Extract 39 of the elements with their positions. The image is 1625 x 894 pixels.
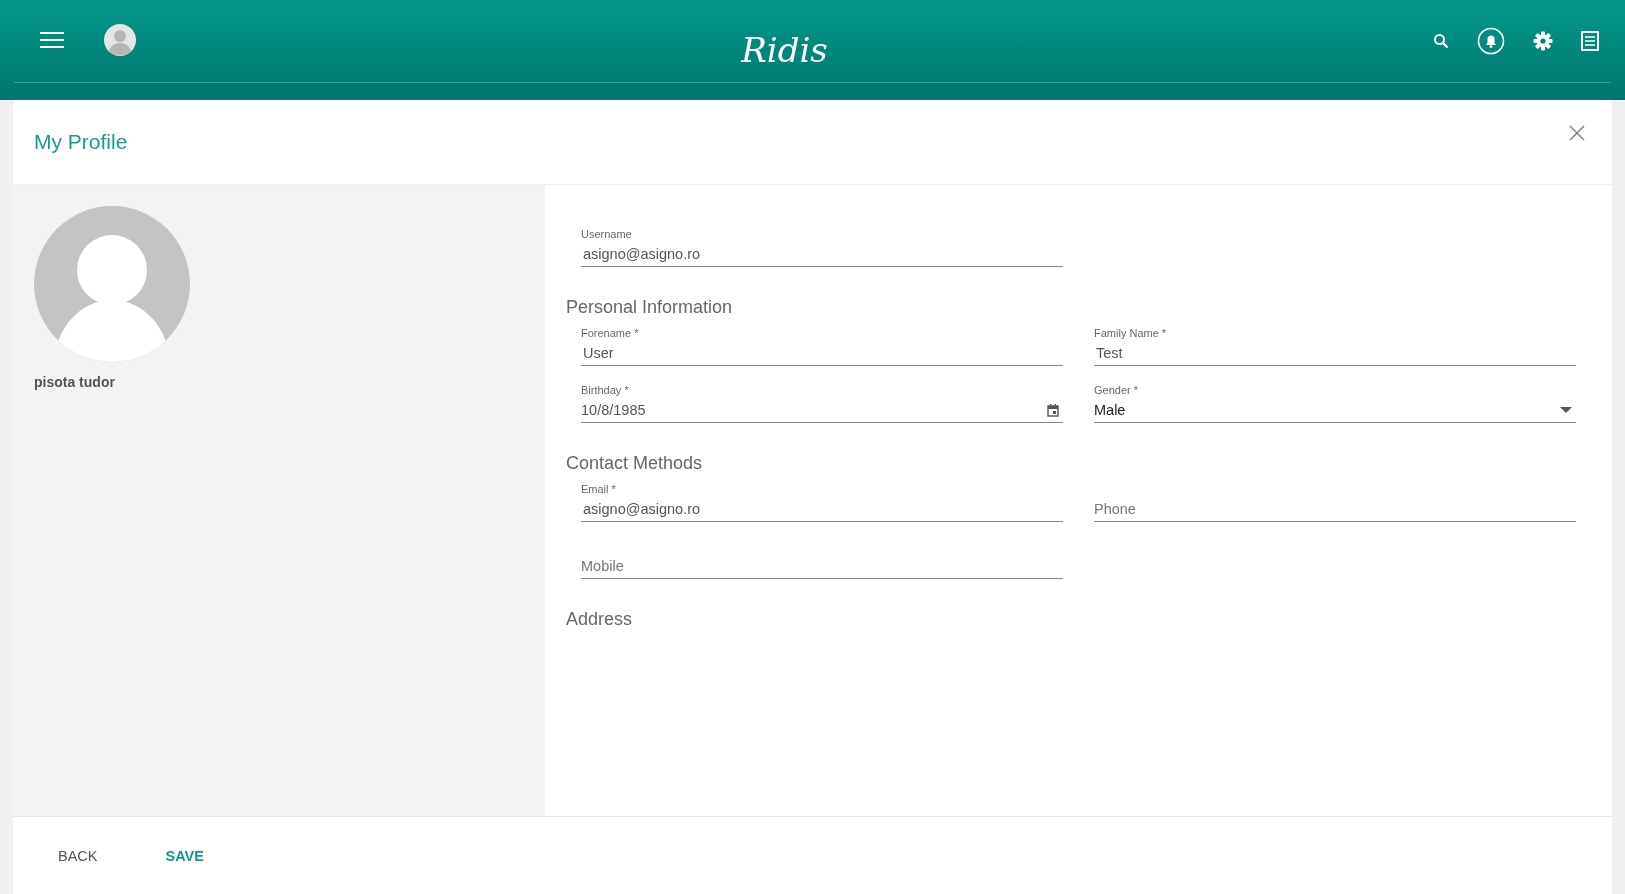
- text-field[interactable]: Family Name * Test: [1094, 320, 1576, 366]
- field-value: asigno@asigno.ro: [582, 500, 702, 519]
- save-button[interactable]: SAVE: [149, 839, 220, 872]
- field-value: User: [582, 344, 615, 363]
- search-icon[interactable]: [1433, 33, 1449, 49]
- user-avatar-icon[interactable]: [104, 24, 136, 56]
- back-button[interactable]: BACK: [42, 839, 114, 872]
- text-field[interactable]: Forename * User: [581, 320, 1063, 366]
- section-heading: Personal Information: [566, 297, 734, 318]
- app-logo: Ridis: [741, 30, 828, 70]
- select-field[interactable]: Gender * Male: [1094, 377, 1576, 423]
- profile-name: pisota tudor: [34, 374, 115, 390]
- caret-icon[interactable]: [1560, 407, 1572, 413]
- field-label: Birthday *: [581, 384, 630, 396]
- text-field[interactable]: Mobile: [581, 533, 1063, 579]
- field-label: Family Name *: [1094, 327, 1168, 339]
- field-placeholder: Phone: [1094, 500, 1137, 519]
- section-heading: Address: [566, 609, 634, 630]
- list-document-icon[interactable]: [1581, 31, 1599, 51]
- field-value: Test: [1095, 344, 1124, 363]
- text-field[interactable]: Username asigno@asigno.ro: [581, 221, 1063, 267]
- field-value: Male: [1094, 401, 1127, 420]
- text-field[interactable]: Phone: [1094, 476, 1576, 522]
- calendar-icon[interactable]: [1047, 403, 1059, 417]
- field-label: Forename *: [581, 327, 640, 339]
- date-field[interactable]: Birthday * 10/8/1985: [581, 377, 1063, 423]
- field-label: Gender *: [1094, 384, 1140, 396]
- dialog-title: My Profile: [34, 130, 128, 154]
- menu-icon[interactable]: [40, 31, 64, 49]
- field-value: 10/8/1985: [581, 401, 647, 420]
- field-label: Email *: [581, 483, 617, 495]
- close-icon[interactable]: [1569, 125, 1585, 141]
- text-field[interactable]: Email * asigno@asigno.ro: [581, 476, 1063, 522]
- notification-bell-icon[interactable]: [1477, 27, 1505, 55]
- section-heading: Contact Methods: [566, 453, 704, 474]
- field-value: asigno@asigno.ro: [582, 245, 702, 264]
- field-label: Username: [581, 228, 633, 240]
- field-placeholder: Mobile: [581, 557, 625, 576]
- settings-icon[interactable]: [1533, 31, 1553, 51]
